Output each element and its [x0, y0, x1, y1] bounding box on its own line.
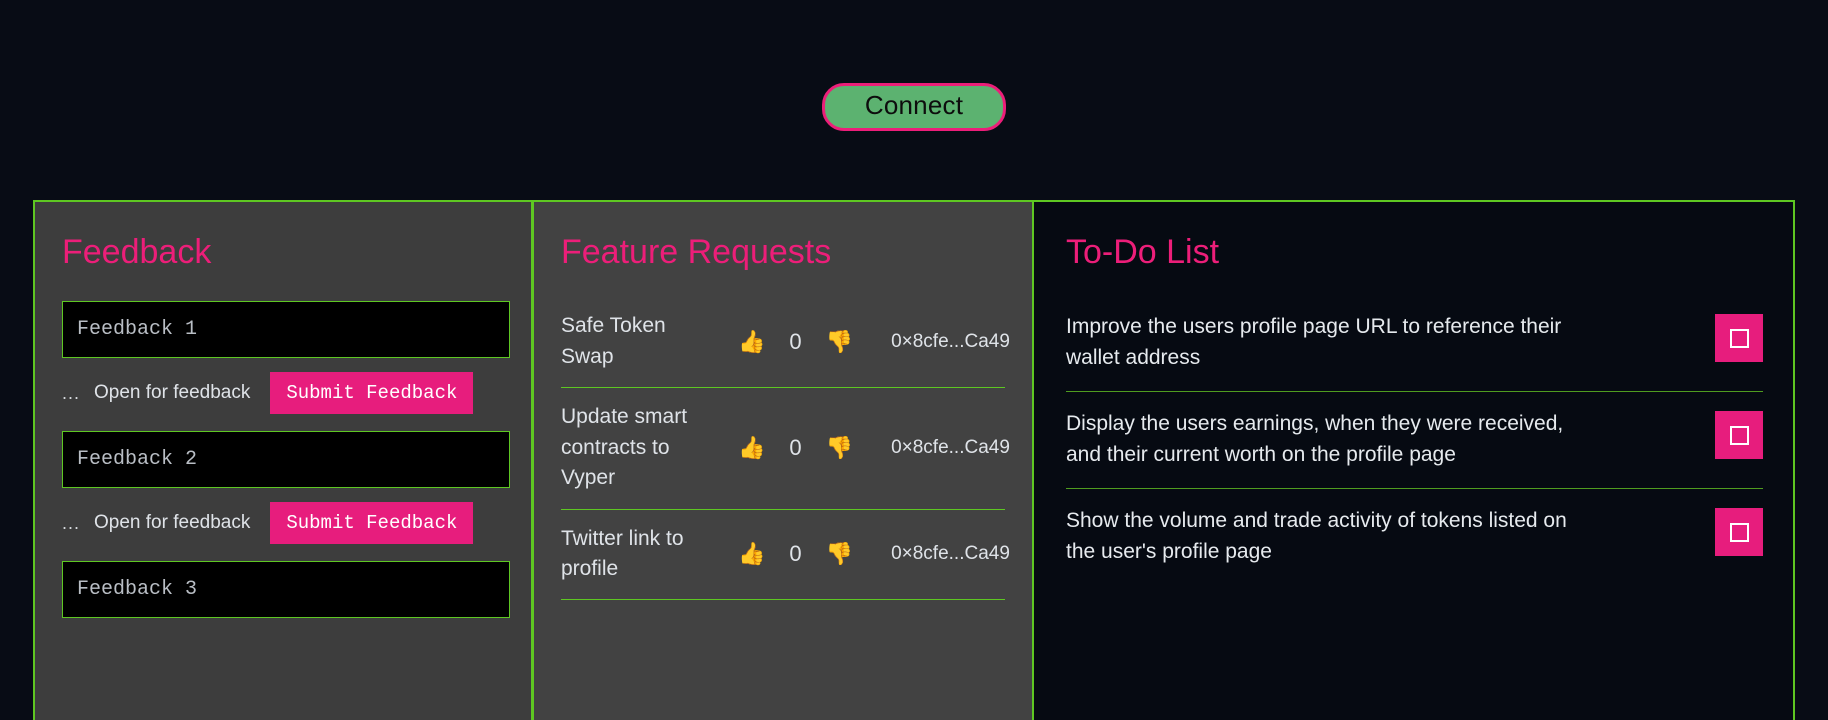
vote-group: 👍 0 👎 0×8cfe...Ca49 — [716, 541, 1010, 567]
thumbs-up-icon[interactable]: 👍 — [738, 436, 765, 459]
vote-count: 0 — [789, 541, 802, 567]
vote-count: 0 — [789, 434, 802, 460]
feature-request-row: Update smart contracts to Vyper 👍 0 👎 0×… — [561, 388, 1010, 510]
feature-request-address: 0×8cfe...Ca49 — [891, 543, 1010, 565]
feedback-status-2: Open for feedback — [94, 512, 251, 534]
feature-request-name: Twitter link to profile — [561, 526, 684, 581]
feedback-status-row-1: ... Open for feedback Submit Feedback — [62, 372, 504, 415]
todo-text: Show the volume and trade activity of to… — [1066, 509, 1567, 563]
feedback-dots-1: ... — [62, 382, 81, 403]
connect-button[interactable]: Connect — [821, 83, 1007, 131]
checkbox-empty-icon — [1729, 522, 1749, 542]
feedback-status-row-2: ... Open for feedback Submit Feedback — [62, 502, 504, 545]
feature-request-address: 0×8cfe...Ca49 — [891, 436, 1010, 458]
todo-panel: To-Do List Improve the users profile pag… — [1034, 200, 1795, 720]
feature-request-row: Safe Token Swap 👍 0 👎 0×8cfe...Ca49 — [561, 297, 1010, 389]
thumbs-down-icon[interactable]: 👎 — [826, 330, 853, 353]
todo-row: Show the volume and trade activity of to… — [1066, 489, 1763, 585]
feature-request-name: Update smart contracts to Vyper — [561, 405, 688, 490]
feedback-item: ... Open for feedback Submit Feedback — [62, 431, 510, 545]
todo-checkbox-button[interactable] — [1715, 508, 1763, 557]
feedback-dots-2: ... — [62, 512, 81, 533]
todo-text: Improve the users profile page URL to re… — [1066, 315, 1562, 369]
todo-text: Display the users earnings, when they we… — [1066, 412, 1564, 466]
thumbs-down-icon[interactable]: 👎 — [826, 436, 853, 459]
thumbs-up-icon[interactable]: 👍 — [738, 543, 765, 565]
checkbox-empty-icon — [1729, 328, 1749, 348]
todo-checkbox-button[interactable] — [1715, 314, 1763, 363]
feedback-panel-title: Feedback — [62, 233, 212, 271]
feedback-panel: Feedback ... Open for feedback Submit Fe… — [33, 200, 532, 720]
todo-row: Improve the users profile page URL to re… — [1066, 295, 1763, 393]
vote-group: 👍 0 👎 0×8cfe...Ca49 — [716, 435, 1010, 461]
vote-count: 0 — [789, 328, 802, 354]
todo-checkbox-button[interactable] — [1715, 411, 1763, 460]
feature-requests-panel-title: Feature Requests — [561, 233, 832, 271]
feedback-input-3[interactable] — [62, 561, 510, 619]
feature-request-name: Safe Token Swap — [561, 314, 666, 368]
thumbs-down-icon[interactable]: 👎 — [826, 543, 853, 565]
feature-request-row: Twitter link to profile 👍 0 👎 0×8cfe...C… — [561, 510, 1010, 601]
todo-list: Improve the users profile page URL to re… — [1034, 271, 1793, 585]
submit-feedback-button-1[interactable]: Submit Feedback — [270, 372, 474, 415]
feature-request-address: 0×8cfe...Ca49 — [891, 330, 1010, 352]
feedback-input-1[interactable] — [62, 301, 510, 359]
feature-requests-list: Safe Token Swap 👍 0 👎 0×8cfe...Ca49 Upda… — [534, 271, 1032, 601]
checkbox-empty-icon — [1729, 425, 1749, 445]
feedback-input-2[interactable] — [62, 431, 510, 489]
feedback-status-1: Open for feedback — [94, 382, 251, 404]
todo-row: Display the users earnings, when they we… — [1066, 392, 1763, 490]
submit-feedback-button-2[interactable]: Submit Feedback — [270, 502, 474, 545]
connect-bar: Connect — [0, 0, 1828, 175]
panels-container: Feedback ... Open for feedback Submit Fe… — [33, 200, 1795, 720]
vote-group: 👍 0 👎 0×8cfe...Ca49 — [716, 329, 1010, 355]
thumbs-up-icon[interactable]: 👍 — [738, 330, 765, 353]
feedback-item: ... Open for feedback Submit Feedback — [62, 301, 510, 415]
todo-panel-title: To-Do List — [1066, 233, 1220, 271]
feature-requests-panel: Feature Requests Safe Token Swap 👍 0 👎 0… — [532, 200, 1034, 720]
feedback-item — [62, 561, 510, 619]
feedback-list: ... Open for feedback Submit Feedback ..… — [35, 271, 531, 619]
